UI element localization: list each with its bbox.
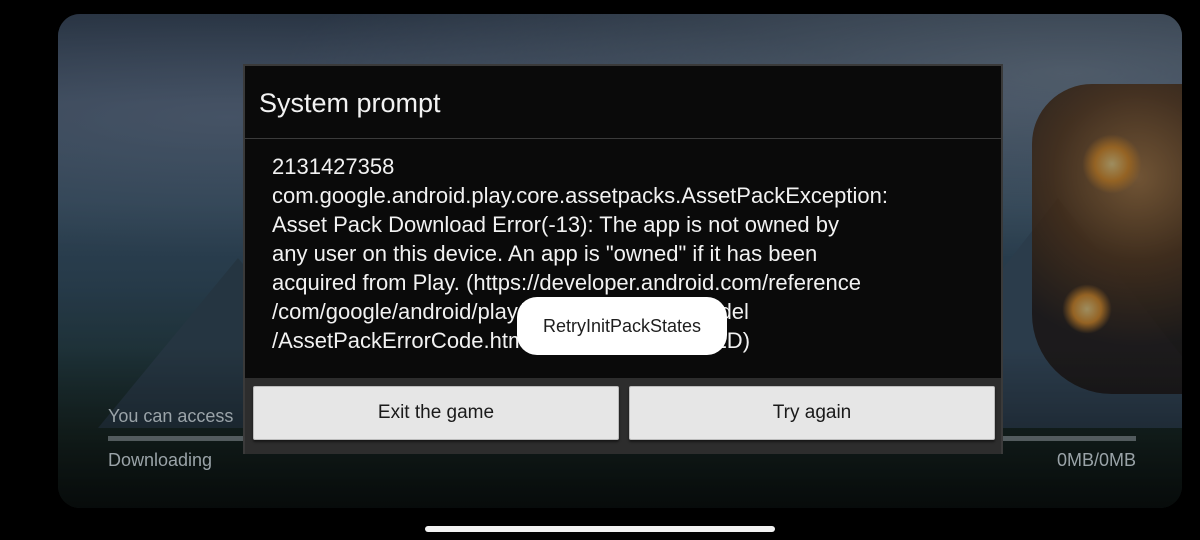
download-size: 0MB/0MB xyxy=(1056,450,1136,470)
dialog-button-bar: Exit the game Try again xyxy=(245,378,1001,454)
dialog-title: System prompt xyxy=(259,88,441,118)
home-indicator[interactable] xyxy=(425,526,775,532)
dialog-divider xyxy=(245,138,1001,139)
system-prompt-dialog: System prompt 2131427358 com.google.andr… xyxy=(243,64,1003,454)
access-text: You can access xyxy=(108,406,234,426)
toast-message: RetryInitPackStates xyxy=(517,297,727,355)
downloading-label: Downloading xyxy=(108,450,213,470)
exit-game-button[interactable]: Exit the game xyxy=(253,386,619,440)
try-again-button[interactable]: Try again xyxy=(629,386,995,440)
